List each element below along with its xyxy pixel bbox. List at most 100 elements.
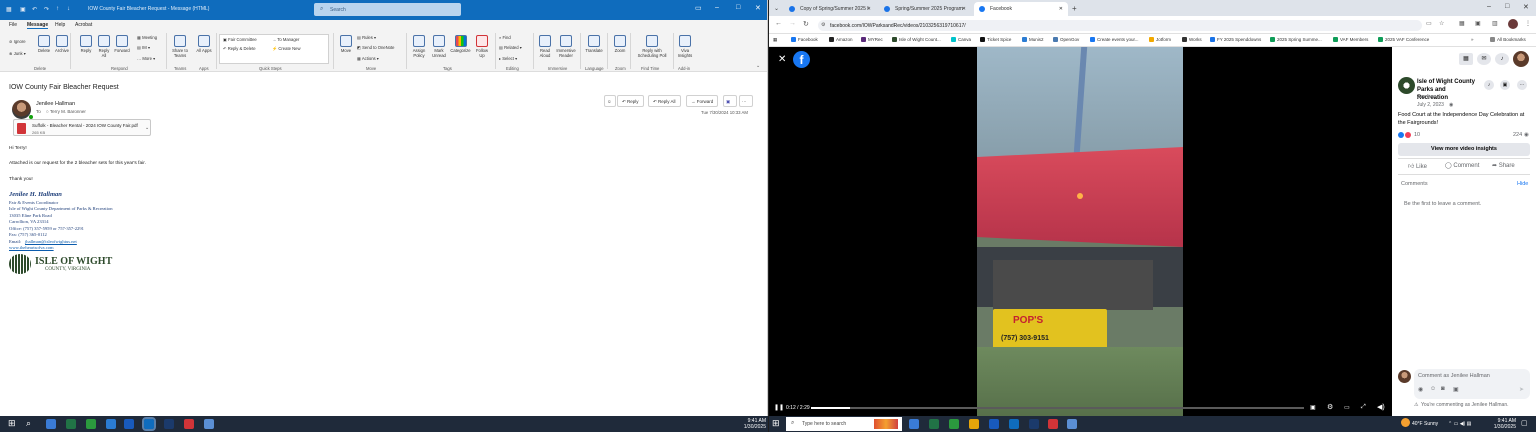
qs-fair-committee[interactable]: ▣ Fair Committee <box>223 37 257 42</box>
more-actions-button[interactable]: ··· <box>739 95 753 107</box>
bookmark-item[interactable]: 2025 VAF Conference <box>1378 37 1429 42</box>
pip-icon[interactable]: ▭ <box>1344 404 1350 411</box>
tab-facebook[interactable]: Facebook ✕ <box>974 2 1068 16</box>
start-icon[interactable]: ⊞ <box>8 418 18 428</box>
mark-unread-button[interactable]: Mark Unread <box>430 35 448 58</box>
video-progress-bar[interactable] <box>811 407 1304 409</box>
taskbar-date[interactable]: 1/30/2025 <box>1478 424 1516 430</box>
minimize-icon[interactable]: – <box>715 4 719 11</box>
sidebar-icon[interactable]: ▥ <box>1492 20 1498 27</box>
down-icon[interactable]: ↓ <box>67 6 70 12</box>
qs-to-manager[interactable]: → To Manager <box>272 37 299 42</box>
all-bookmarks[interactable]: All Bookmarks <box>1490 37 1526 42</box>
hd-icon[interactable]: ▣ <box>1310 404 1316 411</box>
qs-reply-delete[interactable]: ↶ Reply & Delete <box>223 46 256 51</box>
edge-icon[interactable] <box>949 419 959 429</box>
maximize-icon[interactable]: □ <box>1505 3 1509 10</box>
all-apps-button[interactable]: All Apps <box>196 35 212 53</box>
video-frame[interactable]: POP'S (757) 303-9151 <box>977 47 1183 416</box>
excel-icon[interactable] <box>929 419 939 429</box>
new-tab-icon[interactable]: + <box>1072 4 1077 13</box>
comment-input[interactable]: Comment as Jenilee Hallman <box>1418 373 1490 379</box>
scheduling-poll-button[interactable]: Reply with Scheduling Poll <box>634 35 670 58</box>
emoji-icon[interactable]: ☺ <box>1430 386 1436 392</box>
save-post-icon[interactable]: ▣ <box>1500 80 1510 90</box>
archive-button[interactable]: Archive <box>53 35 71 53</box>
apps-icon[interactable]: ▦ <box>773 37 777 43</box>
facebook-logo-icon[interactable]: f <box>793 51 810 68</box>
emoji-button[interactable]: ☺ <box>604 95 616 107</box>
outlook-taskbar-icon[interactable] <box>1009 419 1019 429</box>
translate-button[interactable]: Translate <box>584 35 604 53</box>
find-button[interactable]: ⌕ Find <box>499 35 511 40</box>
up-icon[interactable]: ↑ <box>56 6 59 12</box>
ribbon-toggle-icon[interactable]: ▭ <box>695 4 702 12</box>
downloads-icon[interactable]: ▣ <box>1475 20 1481 27</box>
bookmark-item[interactable]: 2025 Spring Summe... <box>1270 37 1322 42</box>
notifications-icon[interactable]: ♪ <box>1495 53 1509 65</box>
close-tab-icon[interactable]: ✕ <box>1059 6 1063 12</box>
teams-icon[interactable] <box>164 419 174 429</box>
undo-icon[interactable]: ↶ <box>32 6 37 13</box>
profile-avatar[interactable] <box>1508 19 1518 29</box>
onenote-button[interactable]: ◩ Send to OneNote <box>357 45 394 50</box>
redo-icon[interactable]: ↷ <box>44 6 49 13</box>
bookmark-star-icon[interactable]: ☆ <box>1439 20 1444 27</box>
move-button[interactable]: Move <box>339 35 353 53</box>
close-icon[interactable]: ✕ <box>755 4 761 12</box>
more-button[interactable]: … More ▾ <box>137 56 155 61</box>
comment-button[interactable]: ◯ Comment <box>1445 162 1479 169</box>
delete-button[interactable]: Delete <box>37 35 51 53</box>
site-info-icon[interactable]: ⚙ <box>821 22 825 28</box>
close-tab-icon[interactable]: ✕ <box>867 6 871 12</box>
bookmarks-overflow-icon[interactable]: » <box>1471 37 1474 42</box>
edge-icon[interactable] <box>86 419 96 429</box>
acrobat-icon[interactable] <box>1048 419 1058 429</box>
related-button[interactable]: ▤ Related ▾ <box>499 45 522 50</box>
header-reply-button[interactable]: ↶ Reply <box>617 95 644 107</box>
forward-icon[interactable]: → <box>789 20 796 27</box>
reply-all-button[interactable]: Reply All <box>96 35 112 58</box>
junk-button[interactable]: ⊗ Junk ▾ <box>9 51 26 56</box>
teams-icon[interactable] <box>1029 419 1039 429</box>
bookmark-item[interactable]: Facebook <box>791 37 818 42</box>
tab-search-icon[interactable]: ⌄ <box>774 5 779 12</box>
menu-icon[interactable]: ⋮ <box>1525 20 1531 27</box>
reply-button[interactable]: Reply <box>79 35 93 53</box>
assign-policy-button[interactable]: Assign Policy <box>410 35 428 58</box>
settings-icon[interactable] <box>1067 419 1077 429</box>
file-explorer-icon[interactable] <box>969 419 979 429</box>
meeting-button[interactable]: ▦ Meeting <box>137 35 157 40</box>
back-icon[interactable]: ← <box>775 20 782 27</box>
reaction-count[interactable]: 10 <box>1414 132 1420 138</box>
bookmark-item[interactable]: Jotform <box>1149 37 1171 42</box>
start-icon[interactable]: ⊞ <box>772 418 780 429</box>
viva-insights-button[interactable]: Viva Insights <box>677 35 693 58</box>
taskview-icon[interactable] <box>909 419 919 429</box>
close-tab-icon[interactable]: ✕ <box>962 6 966 12</box>
taskbar-search-input[interactable]: Type here to search <box>802 421 846 427</box>
zoom-button[interactable]: Zoom <box>612 35 628 53</box>
menu-help[interactable]: Help <box>55 22 65 28</box>
word-icon[interactable] <box>124 419 134 429</box>
fb-menu-icon[interactable]: ▦ <box>1459 53 1473 65</box>
bookmark-item[interactable]: FY 2025 Spenddowns <box>1210 37 1261 42</box>
acrobat-icon[interactable] <box>184 419 194 429</box>
settings-icon[interactable] <box>204 419 214 429</box>
recipient[interactable]: ○ Terry M. Baronner <box>46 109 86 114</box>
send-icon[interactable]: ➤ <box>1519 386 1524 393</box>
notification-center-icon[interactable]: ▢ <box>1521 419 1528 427</box>
address-bar[interactable]: facebook.com/IOWParksandRec/videos/21032… <box>818 20 1422 31</box>
more-options-icon[interactable]: ··· <box>1517 80 1527 90</box>
bookmark-item[interactable]: MYRec <box>861 37 883 42</box>
bookmark-item[interactable]: Amazon <box>829 37 853 42</box>
immersive-reader-button[interactable]: Immersive Reader <box>555 35 577 58</box>
system-tray-icons[interactable]: ⌃ ▭ ◀) ▤ <box>1448 421 1471 427</box>
volume-icon[interactable]: ◀) <box>1377 403 1385 411</box>
share-button[interactable]: ➦ Share <box>1492 162 1515 169</box>
attachment-card[interactable]: Suffolk - Bleacher Rental - 2024 IOW Cou… <box>13 119 151 136</box>
actions-button[interactable]: ▦ Actions ▾ <box>357 56 379 61</box>
fullscreen-icon[interactable]: ⤢ <box>1361 404 1366 411</box>
extensions-icon[interactable]: ▦ <box>1459 20 1465 27</box>
header-reply-all-button[interactable]: ↶ Reply All <box>648 95 681 107</box>
